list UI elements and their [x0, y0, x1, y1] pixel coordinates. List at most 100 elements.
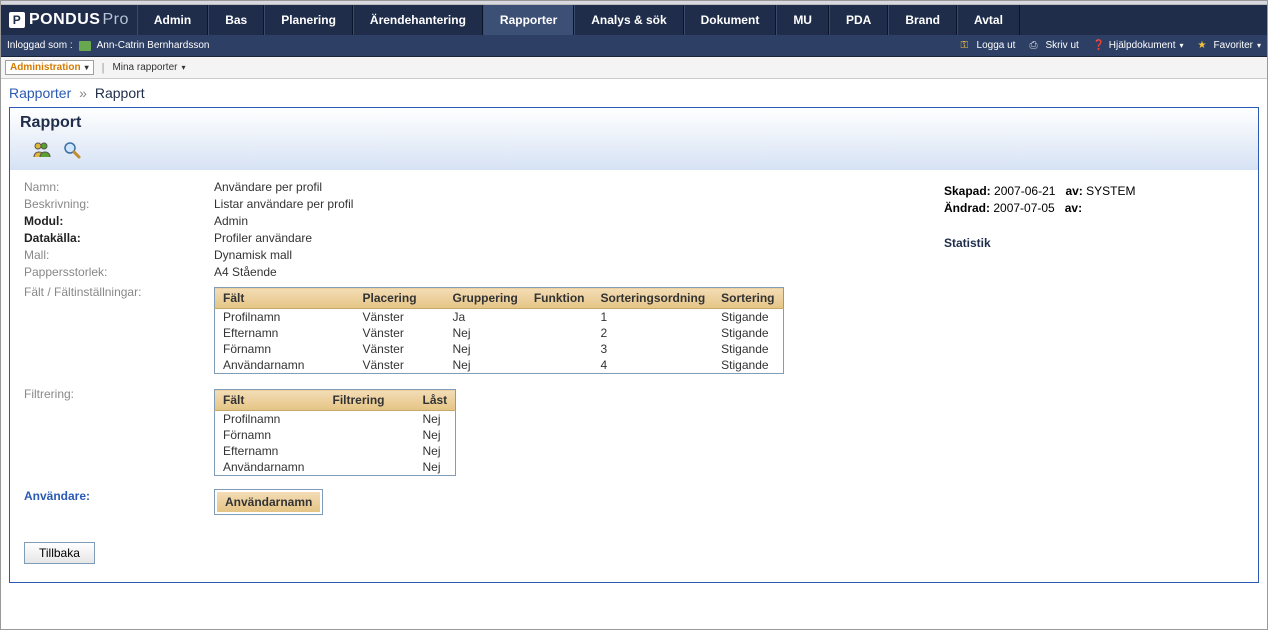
name-label: Namn:	[24, 180, 214, 194]
cell: Förnamn	[215, 427, 325, 443]
col-header: Fält	[215, 288, 355, 309]
filtering-label: Filtrering:	[24, 387, 214, 401]
cell: Nej	[415, 443, 456, 459]
table-row: Efternamn Nej	[215, 443, 456, 459]
cell: Stigande	[713, 341, 783, 357]
cell: Vänster	[355, 357, 445, 374]
cell: Stigande	[713, 357, 783, 374]
cell: Stigande	[713, 325, 783, 341]
papersize-value: A4 Stående	[214, 265, 277, 279]
chevron-down-icon: ▾	[1257, 41, 1261, 50]
nav-dokument[interactable]: Dokument	[684, 5, 777, 35]
print-link[interactable]: ⎙ Skriv ut	[1029, 40, 1078, 52]
template-value: Dynamisk mall	[214, 248, 292, 262]
breadcrumb-parent[interactable]: Rapporter	[9, 85, 71, 101]
my-reports-dropdown[interactable]: Mina rapporter ▾	[112, 62, 185, 73]
logged-in-label: Inloggad som :	[7, 40, 73, 51]
cell: Nej	[445, 357, 526, 374]
nav-pda[interactable]: PDA	[829, 5, 888, 35]
module-label: Modul:	[24, 214, 214, 228]
changed-row: Ändrad: 2007-07-05 av:	[944, 201, 1244, 215]
cell: 2	[593, 325, 714, 341]
printer-icon: ⎙	[1029, 40, 1041, 52]
col-header: Gruppering	[445, 288, 526, 309]
nav-mu[interactable]: MU	[776, 5, 829, 35]
nav--rendehantering[interactable]: Ärendehantering	[353, 5, 483, 35]
logout-link[interactable]: ⚿ Logga ut	[961, 40, 1016, 52]
table-row: Förnamn Nej	[215, 427, 456, 443]
chevron-down-icon: ▾	[181, 63, 185, 72]
col-header: Låst	[415, 390, 456, 411]
cell: Användarnamn	[215, 357, 355, 374]
users-header: Användarnamn	[217, 492, 320, 512]
col-header: Funktion	[526, 288, 593, 309]
cell	[526, 341, 593, 357]
papersize-label: Pappersstorlek:	[24, 265, 214, 279]
nav-avtal[interactable]: Avtal	[957, 5, 1020, 35]
favorites-link[interactable]: ★ Favoriter ▾	[1198, 40, 1261, 52]
chevron-down-icon: ▾	[85, 63, 89, 72]
logo: P PONDUSPro	[1, 5, 137, 35]
nav-bas[interactable]: Bas	[208, 5, 264, 35]
cell: Efternamn	[215, 325, 355, 341]
users-icon[interactable]	[32, 140, 52, 160]
fields-table: FältPlaceringGrupperingFunktionSortering…	[214, 287, 784, 374]
back-button[interactable]: Tillbaka	[24, 542, 95, 564]
cell: Nej	[415, 459, 456, 476]
cell: Nej	[445, 341, 526, 357]
cell: Nej	[445, 325, 526, 341]
main-nav: P PONDUSPro AdminBasPlaneringÄrendehante…	[1, 5, 1267, 35]
breadcrumb-sep: »	[79, 85, 87, 101]
cell	[325, 459, 415, 476]
cell: Ja	[445, 309, 526, 326]
cell	[325, 411, 415, 428]
cell: Användarnamn	[215, 459, 325, 476]
cell	[325, 443, 415, 459]
administration-dropdown[interactable]: Administration ▾	[5, 60, 94, 75]
table-row: EfternamnVänsterNej 2Stigande	[215, 325, 784, 341]
cell	[526, 357, 593, 374]
cell: 3	[593, 341, 714, 357]
cell	[325, 427, 415, 443]
my-reports-label: Mina rapporter	[112, 62, 177, 73]
sub-nav: Administration ▾ | Mina rapporter ▾	[1, 57, 1267, 79]
help-link[interactable]: ❓ Hjälpdokument ▾	[1093, 40, 1184, 52]
cell: Nej	[415, 427, 456, 443]
created-row: Skapad: 2007-06-21 av: SYSTEM	[944, 184, 1244, 198]
table-row: AnvändarnamnVänsterNej 4Stigande	[215, 357, 784, 374]
statistik-link[interactable]: Statistik	[944, 236, 991, 250]
nav-analys-s-k[interactable]: Analys & sök	[574, 5, 683, 35]
nav-planering[interactable]: Planering	[264, 5, 353, 35]
cell: Profilnamn	[215, 309, 355, 326]
cell: Efternamn	[215, 443, 325, 459]
logo-icon: P	[9, 12, 25, 28]
print-label: Skriv ut	[1045, 40, 1078, 51]
name-value: Användare per profil	[214, 180, 322, 194]
report-panel: Rapport Namn:Användare per profil Beskri…	[9, 107, 1259, 583]
breadcrumb: Rapporter » Rapport	[1, 79, 1267, 107]
cell: 1	[593, 309, 714, 326]
filter-table: FältFiltreringLåstProfilnamnNejFörnamnNe…	[214, 389, 456, 476]
help-icon: ❓	[1093, 40, 1105, 52]
module-value: Admin	[214, 214, 248, 228]
datasource-value: Profiler användare	[214, 231, 312, 245]
cell: Vänster	[355, 325, 445, 341]
cell: Vänster	[355, 341, 445, 357]
cell: Profilnamn	[215, 411, 325, 428]
nav-rapporter[interactable]: Rapporter	[483, 5, 574, 35]
magnifier-icon[interactable]	[62, 140, 82, 160]
col-header: Fält	[215, 390, 325, 411]
users-label: Användare:	[24, 489, 214, 503]
administration-label: Administration	[10, 62, 81, 73]
fields-label: Fält / Fältinställningar:	[24, 285, 214, 299]
cell: Nej	[415, 411, 456, 428]
nav-admin[interactable]: Admin	[137, 5, 208, 35]
key-icon: ⚿	[961, 40, 973, 52]
table-row: Profilnamn Nej	[215, 411, 456, 428]
cell	[526, 325, 593, 341]
cell	[526, 309, 593, 326]
breadcrumb-current: Rapport	[95, 85, 145, 101]
cell: 4	[593, 357, 714, 374]
nav-brand[interactable]: Brand	[888, 5, 957, 35]
star-icon: ★	[1198, 40, 1210, 52]
